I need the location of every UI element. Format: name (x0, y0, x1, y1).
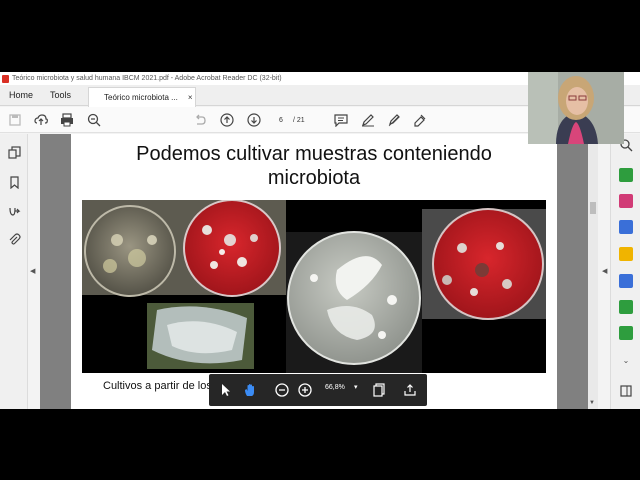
upload-icon[interactable] (33, 112, 49, 128)
attachment-icon[interactable] (6, 231, 22, 247)
compress-pdf-icon[interactable] (619, 326, 633, 340)
slide-title-line-2: microbiota (267, 167, 361, 189)
organize-pages-icon[interactable] (619, 194, 633, 208)
share-icon[interactable] (402, 382, 418, 398)
document-viewport[interactable]: Podemos cultivar muestras conteniendo mi… (40, 134, 588, 409)
comment-tool-icon[interactable] (619, 247, 633, 261)
zoom-level[interactable]: 66,8% (325, 384, 345, 391)
photo-large-plate (286, 231, 422, 373)
chevron-down-icon[interactable]: ⌄ (619, 356, 633, 370)
photo-two-plates (82, 199, 286, 297)
tab-document-label: Teórico microbiota ... (104, 93, 178, 102)
page-fit-icon[interactable] (371, 382, 387, 398)
tools-pane-toggle-icon[interactable] (619, 384, 633, 398)
hand-tool-icon[interactable] (242, 382, 258, 398)
vertical-scrollbar[interactable]: ▼ (588, 134, 598, 409)
window-title: Teórico microbiota y salud humana IBCM 2… (12, 75, 282, 82)
webcam-presenter-video (528, 72, 624, 144)
culture-photos (82, 199, 546, 373)
copy-pages-icon[interactable] (6, 144, 22, 160)
photo-red-plate (422, 208, 546, 320)
page-down-icon[interactable] (246, 112, 262, 128)
close-icon[interactable]: × (188, 93, 193, 102)
page-up-icon[interactable] (219, 112, 235, 128)
slide-caption: Cultivos a partir de los (103, 380, 212, 392)
zoom-in-icon[interactable] (297, 382, 313, 398)
photo-colony-closeup (147, 303, 254, 369)
share-tool-icon[interactable] (619, 274, 633, 288)
edit-pdf-icon[interactable] (619, 300, 633, 314)
menu-home[interactable]: Home (9, 90, 33, 100)
bookmark-icon[interactable] (6, 174, 22, 190)
highlight-icon[interactable] (386, 112, 402, 128)
slide-title: Podemos cultivar muestras conteniendo mi… (71, 142, 557, 190)
sign-icon[interactable] (412, 112, 428, 128)
create-pdf-icon[interactable] (619, 220, 633, 234)
left-navigation-pane (0, 134, 28, 409)
scrollbar-thumb[interactable] (590, 202, 596, 214)
slide-title-line-1: Podemos cultivar muestras conteniendo (136, 143, 492, 165)
pdf-page: Podemos cultivar muestras conteniendo mi… (71, 134, 557, 409)
comment-icon[interactable] (333, 112, 349, 128)
scroll-down-icon[interactable]: ▼ (589, 400, 595, 406)
zoom-out-icon[interactable] (86, 112, 102, 128)
page-number-input[interactable]: 6 (270, 114, 292, 127)
screen: Teórico microbiota y salud humana IBCM 2… (0, 0, 640, 480)
zoom-dropdown-icon[interactable]: ▾ (354, 383, 358, 391)
zoom-out-icon[interactable] (274, 382, 290, 398)
right-tools-pane: ⌄ (610, 134, 640, 409)
undo-icon[interactable] (192, 112, 208, 128)
select-cursor-icon[interactable] (218, 382, 234, 398)
menu-tools[interactable]: Tools (50, 90, 71, 100)
print-icon[interactable] (59, 112, 75, 128)
page-total: / 21 (293, 117, 305, 124)
export-pdf-icon[interactable] (619, 168, 633, 182)
signature-icon[interactable] (6, 202, 22, 218)
pen-icon[interactable] (360, 112, 376, 128)
tab-document[interactable]: Teórico microbiota ... × (88, 87, 196, 107)
collapse-right-pane-icon[interactable]: ◀ (602, 267, 607, 275)
collapse-left-pane-icon[interactable]: ◀ (30, 267, 35, 275)
floating-page-toolbar: 66,8% ▾ (209, 374, 427, 406)
save-icon[interactable] (7, 112, 23, 128)
acrobat-icon (2, 74, 9, 83)
